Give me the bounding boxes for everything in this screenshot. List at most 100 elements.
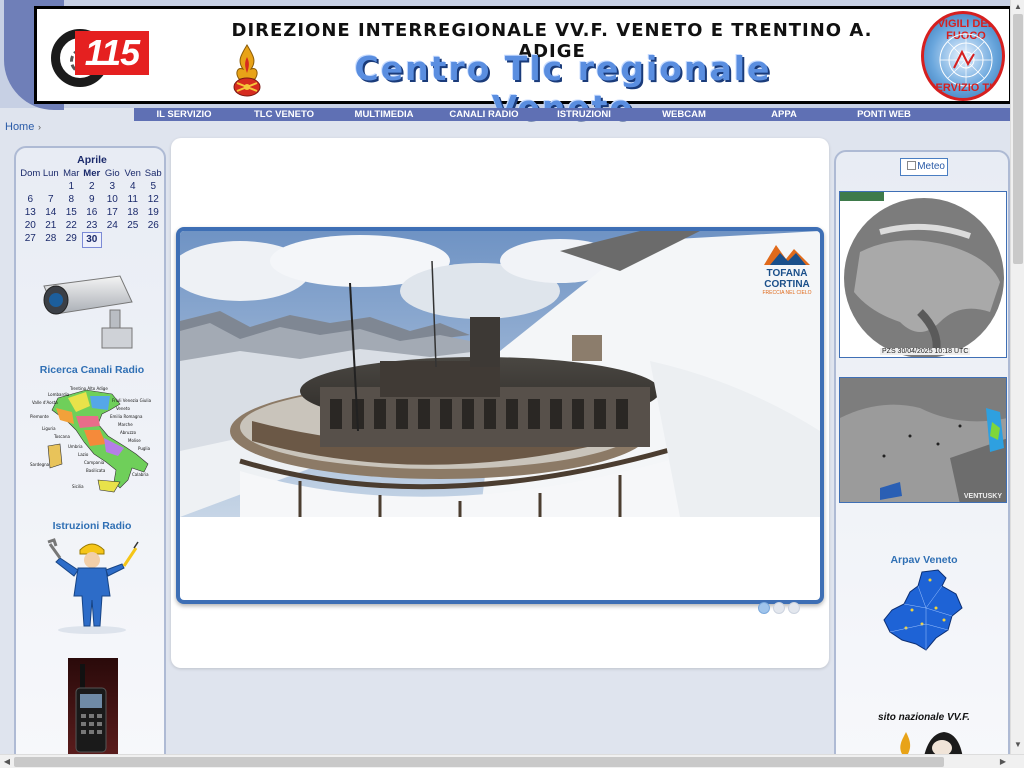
veneto-region-map[interactable] — [882, 568, 964, 652]
horizontal-scroll-thumb[interactable] — [14, 757, 944, 767]
radio-instructions-title[interactable]: Istruzioni Radio — [16, 520, 168, 532]
weekday: Sab — [144, 168, 162, 179]
calendar-day-today[interactable]: 30 — [81, 232, 102, 248]
vertical-scrollbar[interactable]: ▲ ▼ — [1010, 0, 1024, 754]
nav-appa[interactable]: APPA — [734, 108, 834, 121]
vvf-national-site-title[interactable]: sito nazionale VV.F. — [836, 712, 1012, 723]
calendar-day[interactable]: 19 — [143, 206, 164, 219]
calendar-day[interactable]: 3 — [102, 180, 123, 193]
nav-ponti-web[interactable]: PONTI WEB — [834, 108, 934, 121]
map-label: Lazio — [78, 452, 89, 457]
slider-dot-1[interactable] — [758, 602, 770, 614]
calendar-days: 1 2 3 4 5 6 7 8 9 10 11 12 13 14 15 16 17 18 19 20 21 22 23 24 2… — [20, 180, 164, 248]
tofana-logo-text: TOFANA — [767, 268, 808, 279]
calendar-empty-cell — [102, 232, 123, 248]
calendar-day[interactable]: 5 — [143, 180, 164, 193]
nav-istruzioni[interactable]: ISTRUZIONI — [534, 108, 634, 121]
nav-webcam[interactable]: WEBCAM — [634, 108, 734, 121]
calendar-day[interactable]: 23 — [82, 219, 103, 232]
breadcrumb-home-link[interactable]: Home — [5, 121, 34, 133]
calendar-month: Aprile — [77, 154, 107, 166]
calendar-day[interactable]: 10 — [102, 193, 123, 206]
calendar-day[interactable]: 29 — [61, 232, 82, 248]
satellite-view — [840, 192, 1006, 357]
calendar-day[interactable]: 20 — [20, 219, 41, 232]
map-label: Friuli Venezia Giulia — [112, 398, 152, 403]
map-label: Sicilia — [72, 484, 84, 489]
calendar-week: 13 14 15 16 17 18 19 — [20, 206, 164, 219]
map-label: Toscana — [53, 434, 70, 439]
security-camera-icon[interactable] — [40, 272, 140, 352]
calendar-week: 6 7 8 9 10 11 12 — [20, 193, 164, 206]
calendar-day[interactable]: 21 — [41, 219, 62, 232]
calendar-day[interactable]: 15 — [61, 206, 82, 219]
nav-canali-radio[interactable]: CANALI RADIO — [434, 108, 534, 121]
logo-115[interactable]: 115 — [51, 27, 151, 89]
nav-tlc-veneto[interactable]: TLC VENETO — [234, 108, 334, 121]
webcam-image-tofana[interactable]: TOFANA CORTINA FRECCIA NEL CIELO — [180, 231, 820, 517]
main-navigation: IL SERVIZIO TLC VENETO MULTIMEDIA CANALI… — [134, 108, 1024, 121]
calendar-day[interactable]: 28 — [41, 232, 62, 248]
calendar-day[interactable]: 13 — [20, 206, 41, 219]
calendar-day[interactable]: 4 — [123, 180, 144, 193]
ventusky-map[interactable]: VENTUSKY — [839, 377, 1007, 503]
left-sidebar: Aprile Dom Lun Mar Mer Gio Ven Sab 12345… — [14, 146, 166, 768]
webcam-slider[interactable]: TOFANA CORTINA FRECCIA NEL CIELO — [176, 227, 824, 604]
calendar-day[interactable]: 1 — [61, 180, 82, 193]
calendar-day[interactable]: 18 — [123, 206, 144, 219]
breadcrumb-separator-icon: › — [38, 122, 41, 132]
handheld-radio-image[interactable] — [68, 658, 118, 758]
logo-115-number: 115 — [75, 31, 149, 75]
weather-radar-map — [840, 378, 1006, 502]
calendar-day[interactable]: 7 — [41, 193, 62, 206]
calendar-day[interactable]: 16 — [82, 206, 103, 219]
map-label: Emilia Romagna — [110, 414, 143, 419]
vvf-tlc-badge: VIGILI DEL FUOCO SERVIZIO TLC — [921, 11, 1005, 101]
calendar: Aprile Dom Lun Mar Mer Gio Ven Sab 12345… — [20, 154, 164, 248]
calendar-day[interactable]: 25 — [123, 219, 144, 232]
meteo-alt-text: Meteo — [917, 161, 945, 172]
calendar-day[interactable]: 9 — [82, 193, 103, 206]
calendar-day[interactable]: 11 — [123, 193, 144, 206]
calendar-day[interactable]: 24 — [102, 219, 123, 232]
map-label: Lombardia — [48, 392, 70, 397]
technician-icon[interactable] — [44, 536, 140, 634]
calendar-day[interactable]: 14 — [41, 206, 62, 219]
weekday: Mer — [83, 168, 101, 179]
map-label: Campania — [84, 460, 105, 465]
map-label: Piemonte — [30, 414, 49, 419]
slider-dot-2[interactable] — [773, 602, 785, 614]
slider-dot-3[interactable] — [788, 602, 800, 614]
scroll-right-icon[interactable]: ▶ — [996, 755, 1010, 768]
horizontal-scrollbar[interactable]: ◀ ▶ — [0, 754, 1024, 768]
map-label: Abruzzo — [120, 430, 137, 435]
scroll-left-icon[interactable]: ◀ — [0, 755, 14, 768]
satellite-image[interactable]: PZS 30/04/2025 10:18 UTC — [839, 191, 1007, 358]
calendar-day[interactable]: 2 — [82, 180, 103, 193]
map-label: Molise — [128, 438, 141, 443]
vertical-scroll-thumb[interactable] — [1013, 14, 1023, 264]
calendar-day[interactable]: 6 — [20, 193, 41, 206]
radio-search-title[interactable]: Ricerca Canali Radio — [16, 364, 168, 376]
meteo-link[interactable]: Meteo — [900, 158, 948, 176]
calendar-empty-cell — [20, 180, 41, 193]
calendar-day[interactable]: 27 — [20, 232, 41, 248]
tofana-tagline-text: FRECCIA NEL CIELO — [763, 290, 812, 296]
map-label: Umbria — [68, 444, 83, 449]
calendar-day[interactable]: 8 — [61, 193, 82, 206]
calendar-day[interactable]: 26 — [143, 219, 164, 232]
map-label: Calabria — [132, 472, 149, 477]
arpav-title[interactable]: Arpav Veneto — [836, 554, 1012, 566]
calendar-day[interactable]: 17 — [102, 206, 123, 219]
radar-icon — [939, 33, 993, 87]
scroll-up-icon[interactable]: ▲ — [1011, 0, 1024, 14]
calendar-day[interactable]: 22 — [61, 219, 82, 232]
calendar-day[interactable]: 12 — [143, 193, 164, 206]
slider-pagination — [758, 602, 800, 614]
italy-regions-map[interactable]: Trentino Alto Adige Lombardia Friuli Ven… — [28, 384, 158, 496]
scroll-down-icon[interactable]: ▼ — [1011, 738, 1024, 752]
nav-multimedia[interactable]: MULTIMEDIA — [334, 108, 434, 121]
nav-il-servizio[interactable]: IL SERVIZIO — [134, 108, 234, 121]
header-banner: 115 DIREZIONE INTERREGIONALE VV.F. VENET… — [34, 6, 1012, 127]
weekday: Gio — [104, 168, 120, 179]
